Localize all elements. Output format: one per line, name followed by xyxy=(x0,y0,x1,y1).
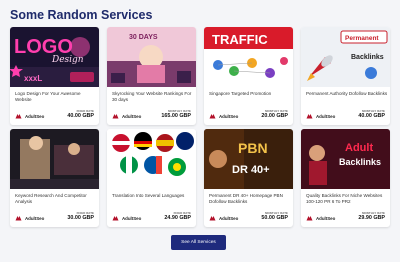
pbn-thumbnail-image: PBN DR 40+ xyxy=(204,129,293,189)
seller[interactable]: AdultSeo xyxy=(112,215,141,221)
seller-name: AdultSeo xyxy=(219,215,239,221)
backlinks-rocket-thumbnail-image: Permanent Backlinks xyxy=(301,27,390,87)
seller[interactable]: AdultSeo xyxy=(15,215,44,221)
service-card[interactable]: PBN DR 40+ Permanent DR 40+ Homepage PBN… xyxy=(204,129,293,227)
seller-name: AdultSeo xyxy=(25,113,45,119)
service-thumbnail[interactable]: PBN DR 40+ xyxy=(204,129,293,189)
keyword-research-thumbnail-image xyxy=(10,129,99,189)
seller-logo-icon xyxy=(209,114,216,119)
seller-logo-icon xyxy=(306,114,313,119)
seller[interactable]: AdultSeo xyxy=(209,215,238,221)
price: 50.00 GBP xyxy=(261,215,288,221)
logo-design-thumbnail-image: LOGO Design xxxL xyxy=(10,27,99,87)
price: 40.00 GBP xyxy=(358,113,385,119)
translation-flags-thumbnail-image xyxy=(107,129,196,189)
price: 40.00 GBP xyxy=(67,113,94,119)
service-card[interactable]: Adult Backlinks Quality Backlinks For Ni… xyxy=(301,129,390,227)
service-card[interactable]: 30 DAYS Skyrocking Your Website Rankings… xyxy=(107,27,196,125)
seller-logo-icon xyxy=(112,216,119,221)
thumb-text: Permanent xyxy=(345,35,379,42)
service-thumbnail[interactable] xyxy=(10,129,99,189)
seller-name: AdultSeo xyxy=(25,215,45,221)
service-title[interactable]: Logo Design For Your Awesome Website xyxy=(15,91,97,103)
seller[interactable]: AdultSeo xyxy=(15,113,44,119)
service-title[interactable]: Permanent Authority Dofollow Backlinks xyxy=(306,91,388,97)
service-title[interactable]: Quality Backlinks For Niche Websites 100… xyxy=(306,193,388,205)
services-grid: LOGO Design xxxL Logo Design For Your Aw… xyxy=(10,27,390,227)
service-title[interactable]: Translation Into Several Languages xyxy=(112,193,194,199)
seller-logo-icon xyxy=(209,216,216,221)
seller-name: AdultSeo xyxy=(122,113,142,119)
seller[interactable]: AdultSeo xyxy=(112,113,141,119)
price: 165.00 GBP xyxy=(161,113,191,119)
service-title[interactable]: Singapore Targeted Promotion xyxy=(209,91,291,97)
service-thumbnail[interactable]: TRAFFIC xyxy=(204,27,293,87)
thumb-subtext: DR 40+ xyxy=(232,164,270,176)
service-card[interactable]: Keyword Research And Competitor Analysis… xyxy=(10,129,99,227)
thumb-text: 30 DAYS xyxy=(129,34,158,41)
service-thumbnail[interactable]: LOGO Design xxxL xyxy=(10,27,99,87)
seller[interactable]: AdultSeo xyxy=(209,113,238,119)
price: 30.00 GBP xyxy=(67,215,94,221)
seller-name: AdultSeo xyxy=(122,215,142,221)
seller-name: AdultSeo xyxy=(316,215,336,221)
service-card[interactable]: Translation Into Several Languages Adult… xyxy=(107,129,196,227)
price: 24.90 GBP xyxy=(164,215,191,221)
traffic-thumbnail-image: TRAFFIC xyxy=(204,27,293,87)
thumb-subtext: Backlinks xyxy=(351,54,384,61)
service-thumbnail[interactable] xyxy=(107,129,196,189)
service-card[interactable]: TRAFFIC Singapore Targeted Promotion Adu… xyxy=(204,27,293,125)
thumb-extra: xxxL xyxy=(24,74,42,83)
thumb-text: PBN xyxy=(238,140,268,156)
seller-logo-icon xyxy=(306,216,313,221)
seller-name: AdultSeo xyxy=(219,113,239,119)
service-title[interactable]: Permanent DR 40+ Homepage PBN Dofollow B… xyxy=(209,193,291,205)
seller[interactable]: AdultSeo xyxy=(306,215,335,221)
service-card[interactable]: Permanent Backlinks Permanent Authority … xyxy=(301,27,390,125)
skyrocket-thumbnail-image: 30 DAYS xyxy=(107,27,196,87)
seller-logo-icon xyxy=(112,114,119,119)
thumb-subtext: Design xyxy=(51,55,84,65)
seller-logo-icon xyxy=(15,114,22,119)
section-title: Some Random Services xyxy=(10,8,153,22)
seller-logo-icon xyxy=(15,216,22,221)
service-title[interactable]: Keyword Research And Competitor Analysis xyxy=(15,193,97,205)
service-thumbnail[interactable]: 30 DAYS xyxy=(107,27,196,87)
price: 20.00 GBP xyxy=(261,113,288,119)
adult-backlinks-thumbnail-image: Adult Backlinks xyxy=(301,129,390,189)
service-title[interactable]: Skyrocking Your Website Rankings For 30 … xyxy=(112,91,194,103)
see-all-services-button[interactable]: See All Services xyxy=(171,235,226,250)
thumb-text: Adult xyxy=(345,142,373,154)
seller-name: AdultSeo xyxy=(316,113,336,119)
service-thumbnail[interactable]: Adult Backlinks xyxy=(301,129,390,189)
seller[interactable]: AdultSeo xyxy=(306,113,335,119)
service-card[interactable]: LOGO Design xxxL Logo Design For Your Aw… xyxy=(10,27,99,125)
thumb-text: TRAFFIC xyxy=(212,32,268,47)
thumb-subtext: Backlinks xyxy=(339,157,381,167)
service-thumbnail[interactable]: Permanent Backlinks xyxy=(301,27,390,87)
price: 29.90 GBP xyxy=(358,215,385,221)
